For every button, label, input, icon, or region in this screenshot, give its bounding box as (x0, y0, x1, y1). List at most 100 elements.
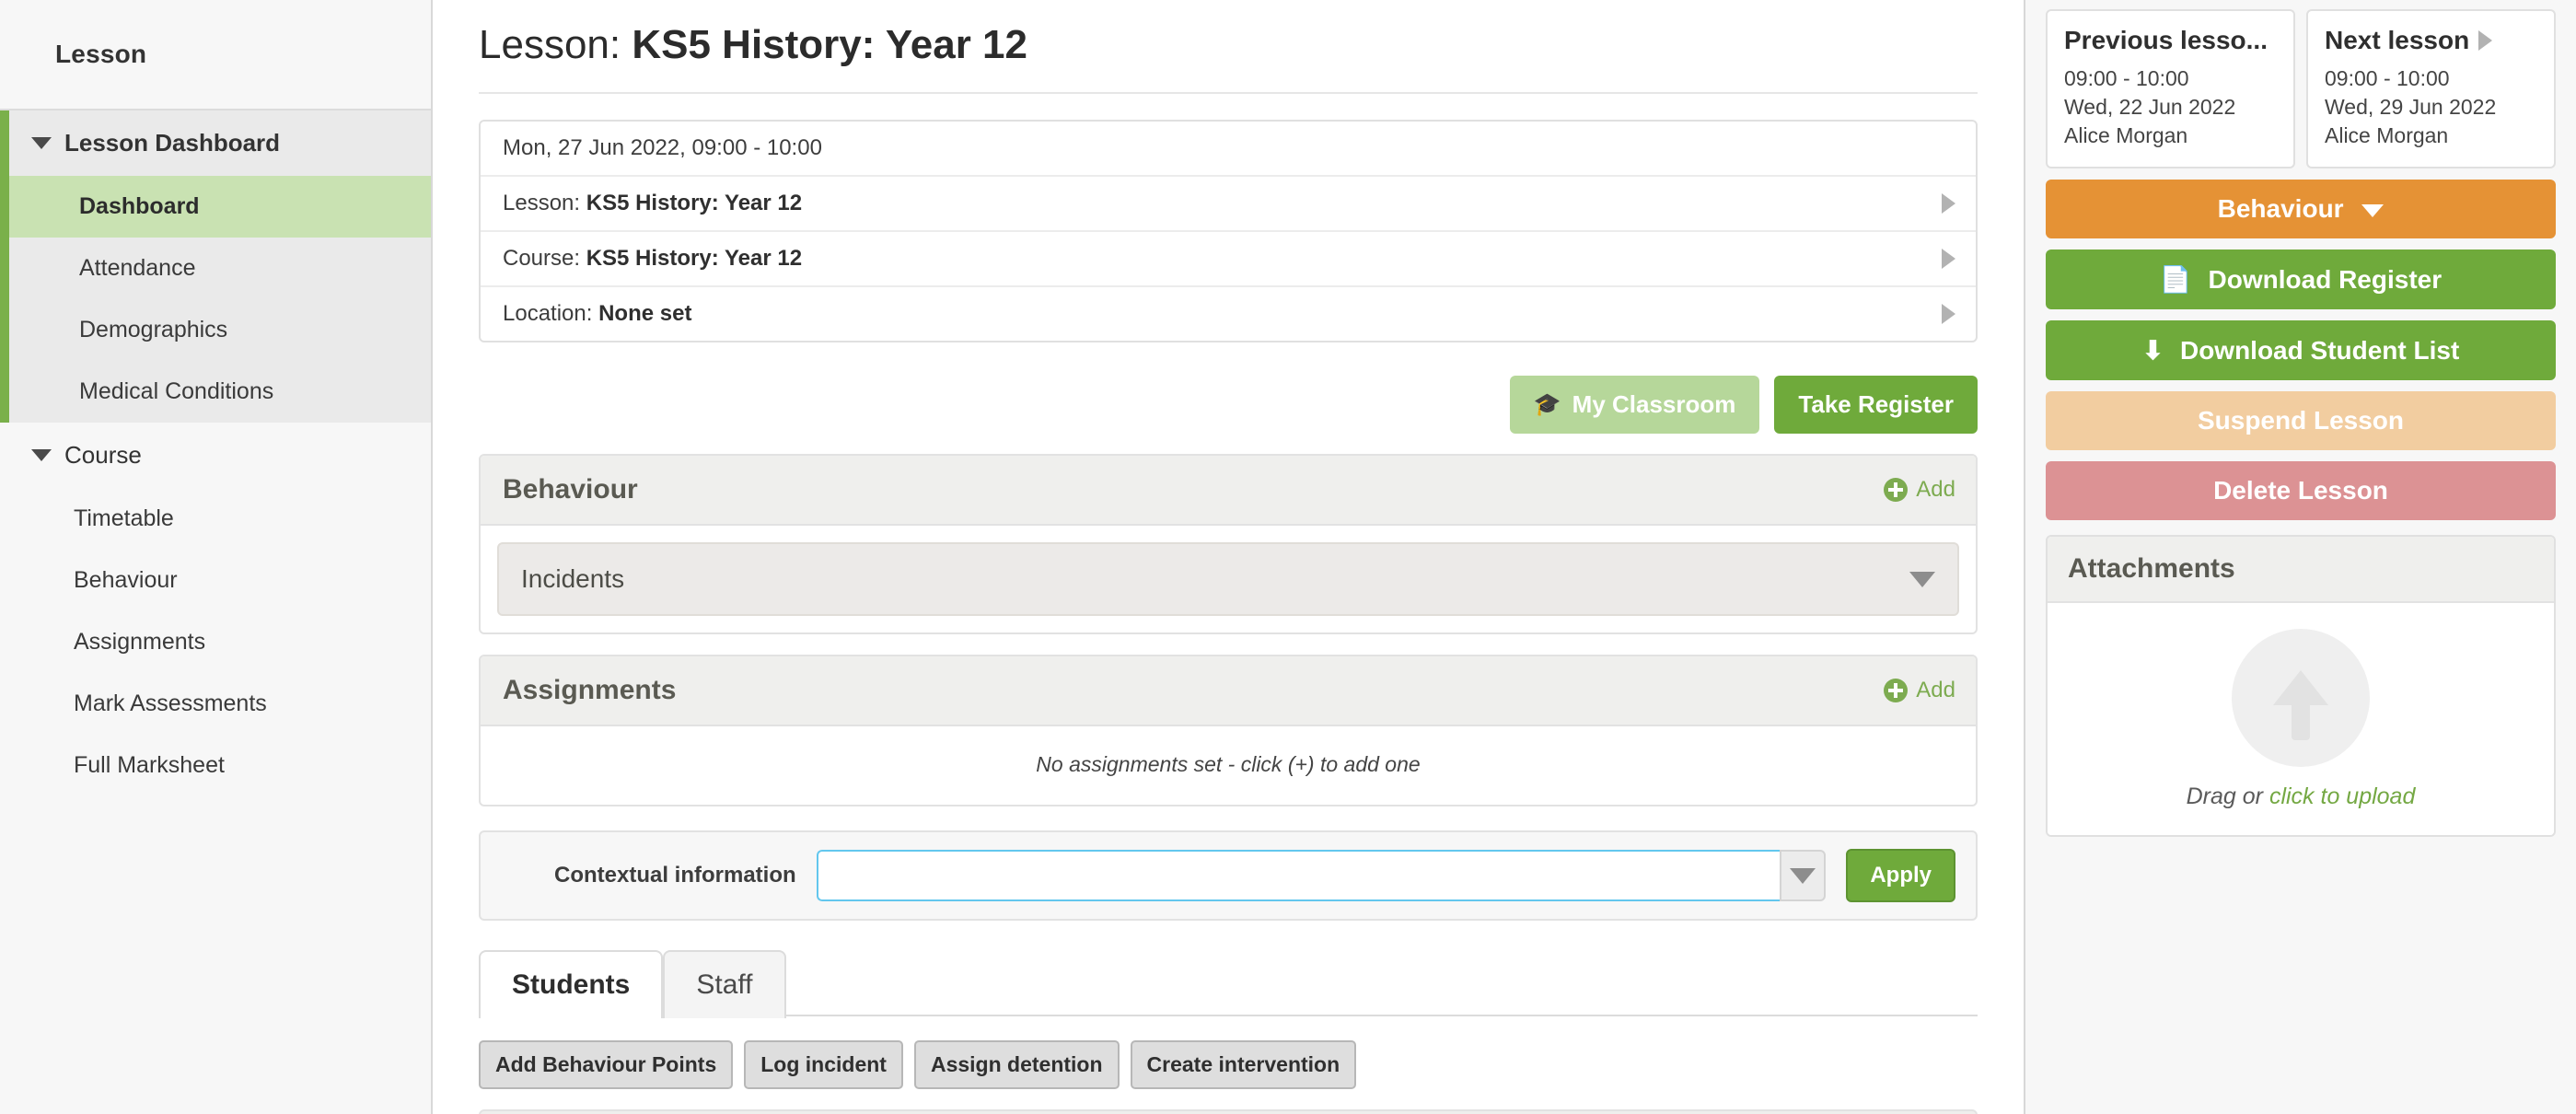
contextual-dropdown-button[interactable] (1780, 850, 1826, 901)
lesson-row[interactable]: Lesson: KS5 History: Year 12 (481, 177, 1976, 232)
suspend-lesson-button[interactable]: Suspend Lesson (2046, 391, 2556, 450)
sidebar-item-dashboard[interactable]: Dashboard (9, 176, 431, 238)
sidebar-header: Lesson (0, 0, 431, 110)
students-table-header (479, 1109, 1978, 1114)
download-icon: ⬇ (2142, 336, 2164, 365)
my-classroom-button[interactable]: 🎓 My Classroom (1510, 376, 1760, 434)
course-row-value: KS5 History: Year 12 (586, 246, 802, 271)
sidebar-item-demographics[interactable]: Demographics (9, 299, 431, 361)
lesson-datetime: Mon, 27 Jun 2022, 09:00 - 10:00 (503, 135, 822, 161)
contextual-information-label: Contextual information (554, 863, 796, 888)
upload-icon (2232, 629, 2370, 767)
chevron-right-icon (2478, 30, 2492, 51)
previous-lesson-title-text: Previous lesso... (2064, 26, 2268, 55)
next-lesson-details: 09:00 - 10:00 Wed, 29 Jun 2022 Alice Mor… (2325, 64, 2537, 150)
assignments-panel: Assignments Add No assignments set - cli… (479, 655, 1978, 806)
assignments-add-label: Add (1916, 678, 1955, 703)
lesson-actions-row: 🎓 My Classroom Take Register (479, 376, 1978, 434)
previous-lesson-card[interactable]: Previous lesso... 09:00 - 10:00 Wed, 22 … (2046, 9, 2295, 168)
lesson-info-panel: Mon, 27 Jun 2022, 09:00 - 10:00 Lesson: … (479, 120, 1978, 342)
plus-circle-icon (1884, 679, 1908, 702)
behaviour-panel-header: Behaviour Add (481, 456, 1976, 526)
lesson-row-label: Lesson: (503, 191, 586, 215)
course-row[interactable]: Course: KS5 History: Year 12 (481, 232, 1976, 287)
upload-hint: Drag or click to upload (2187, 783, 2416, 810)
location-row-label: Location: (503, 301, 598, 326)
sidebar-item-medical-conditions[interactable]: Medical Conditions (9, 361, 431, 423)
previous-lesson-details: 09:00 - 10:00 Wed, 22 Jun 2022 Alice Mor… (2064, 64, 2277, 150)
sidebar-item-attendance[interactable]: Attendance (9, 238, 431, 299)
right-rail: Previous lesso... 09:00 - 10:00 Wed, 22 … (2025, 0, 2576, 1114)
behaviour-panel: Behaviour Add Incidents (479, 454, 1978, 634)
next-lesson-card[interactable]: Next lesson 09:00 - 10:00 Wed, 29 Jun 20… (2306, 9, 2556, 168)
sidebar-item-assignments[interactable]: Assignments (0, 611, 431, 673)
page-title: Lesson: KS5 History: Year 12 (479, 0, 1978, 94)
assignments-add-link[interactable]: Add (1884, 678, 1955, 703)
sidebar-item-label: Behaviour (74, 567, 178, 593)
incidents-accordion[interactable]: Incidents (497, 542, 1959, 616)
chevron-down-icon (2361, 204, 2384, 217)
location-row-text: Location: None set (503, 301, 691, 327)
nav-group-lesson-dashboard: Lesson Dashboard Dashboard Attendance De… (0, 110, 431, 423)
page-title-value: KS5 History: Year 12 (632, 22, 1027, 67)
lesson-datetime-row: Mon, 27 Jun 2022, 09:00 - 10:00 (481, 122, 1976, 177)
nav-group-header-lesson-dashboard[interactable]: Lesson Dashboard (9, 110, 431, 176)
location-row[interactable]: Location: None set (481, 287, 1976, 341)
nav-group-label: Lesson Dashboard (64, 129, 280, 157)
log-incident-button[interactable]: Log incident (744, 1040, 903, 1089)
course-row-label: Course: (503, 246, 586, 271)
contextual-information-strip: Contextual information Apply (479, 830, 1978, 921)
attachments-title: Attachments (2048, 537, 2554, 603)
sidebar-item-full-marksheet[interactable]: Full Marksheet (0, 735, 431, 796)
sidebar-item-label: Full Marksheet (74, 752, 225, 778)
previous-lesson-teacher: Alice Morgan (2064, 122, 2277, 150)
assignments-panel-title: Assignments (503, 675, 676, 706)
nav-group-header-course[interactable]: Course (0, 423, 431, 488)
attachments-panel: Attachments Drag or click to upload (2046, 535, 2556, 837)
chevron-down-icon (1909, 572, 1935, 587)
upload-arrow-glyph (2273, 670, 2328, 705)
location-row-value: None set (598, 301, 691, 326)
people-tabs: Students Staff (479, 948, 1978, 1016)
sidebar-item-label: Timetable (74, 505, 174, 531)
take-register-button[interactable]: Take Register (1774, 376, 1978, 434)
download-register-button[interactable]: 📄 Download Register (2046, 249, 2556, 309)
attachments-dropzone[interactable]: Drag or click to upload (2048, 603, 2554, 835)
create-intervention-button[interactable]: Create intervention (1131, 1040, 1357, 1089)
chevron-right-icon (1942, 249, 1955, 269)
upload-link[interactable]: click to upload (2269, 783, 2415, 809)
previous-lesson-title: Previous lesso... (2064, 26, 2277, 55)
previous-lesson-date: Wed, 22 Jun 2022 (2064, 93, 2277, 122)
behaviour-dropdown-button[interactable]: Behaviour (2046, 180, 2556, 238)
add-behaviour-points-button[interactable]: Add Behaviour Points (479, 1040, 733, 1089)
behaviour-panel-body: Incidents (481, 526, 1976, 632)
graduation-cap-icon: 🎓 (1534, 394, 1561, 416)
left-sidebar: Lesson Lesson Dashboard Dashboard Attend… (0, 0, 433, 1114)
plus-circle-icon (1884, 478, 1908, 502)
download-student-list-button[interactable]: ⬇ Download Student List (2046, 320, 2556, 380)
delete-lesson-button[interactable]: Delete Lesson (2046, 461, 2556, 520)
tab-students[interactable]: Students (479, 950, 663, 1018)
lesson-row-text: Lesson: KS5 History: Year 12 (503, 191, 802, 216)
caret-down-icon (31, 449, 52, 461)
assign-detention-button[interactable]: Assign detention (914, 1040, 1120, 1089)
behaviour-dropdown-label: Behaviour (2218, 194, 2344, 223)
apply-button[interactable]: Apply (1846, 849, 1955, 902)
app-root: Lesson Lesson Dashboard Dashboard Attend… (0, 0, 2576, 1114)
upload-hint-text: Drag or (2187, 783, 2269, 809)
behaviour-add-link[interactable]: Add (1884, 477, 1955, 503)
student-toolbar: Add Behaviour Points Log incident Assign… (479, 1040, 1978, 1089)
page-title-prefix: Lesson: (479, 22, 632, 67)
next-lesson-teacher: Alice Morgan (2325, 122, 2537, 150)
sidebar-item-timetable[interactable]: Timetable (0, 488, 431, 550)
caret-down-icon (31, 137, 52, 149)
course-row-text: Course: KS5 History: Year 12 (503, 246, 802, 272)
tab-staff[interactable]: Staff (663, 950, 785, 1018)
sidebar-item-behaviour[interactable]: Behaviour (0, 550, 431, 611)
sidebar-item-label: Mark Assessments (74, 690, 267, 716)
assignments-panel-header: Assignments Add (481, 656, 1976, 726)
sidebar-item-mark-assessments[interactable]: Mark Assessments (0, 673, 431, 735)
contextual-information-input[interactable] (817, 850, 1781, 901)
assignments-empty-message: No assignments set - click (+) to add on… (481, 726, 1976, 805)
sidebar-item-label: Medical Conditions (79, 378, 273, 404)
